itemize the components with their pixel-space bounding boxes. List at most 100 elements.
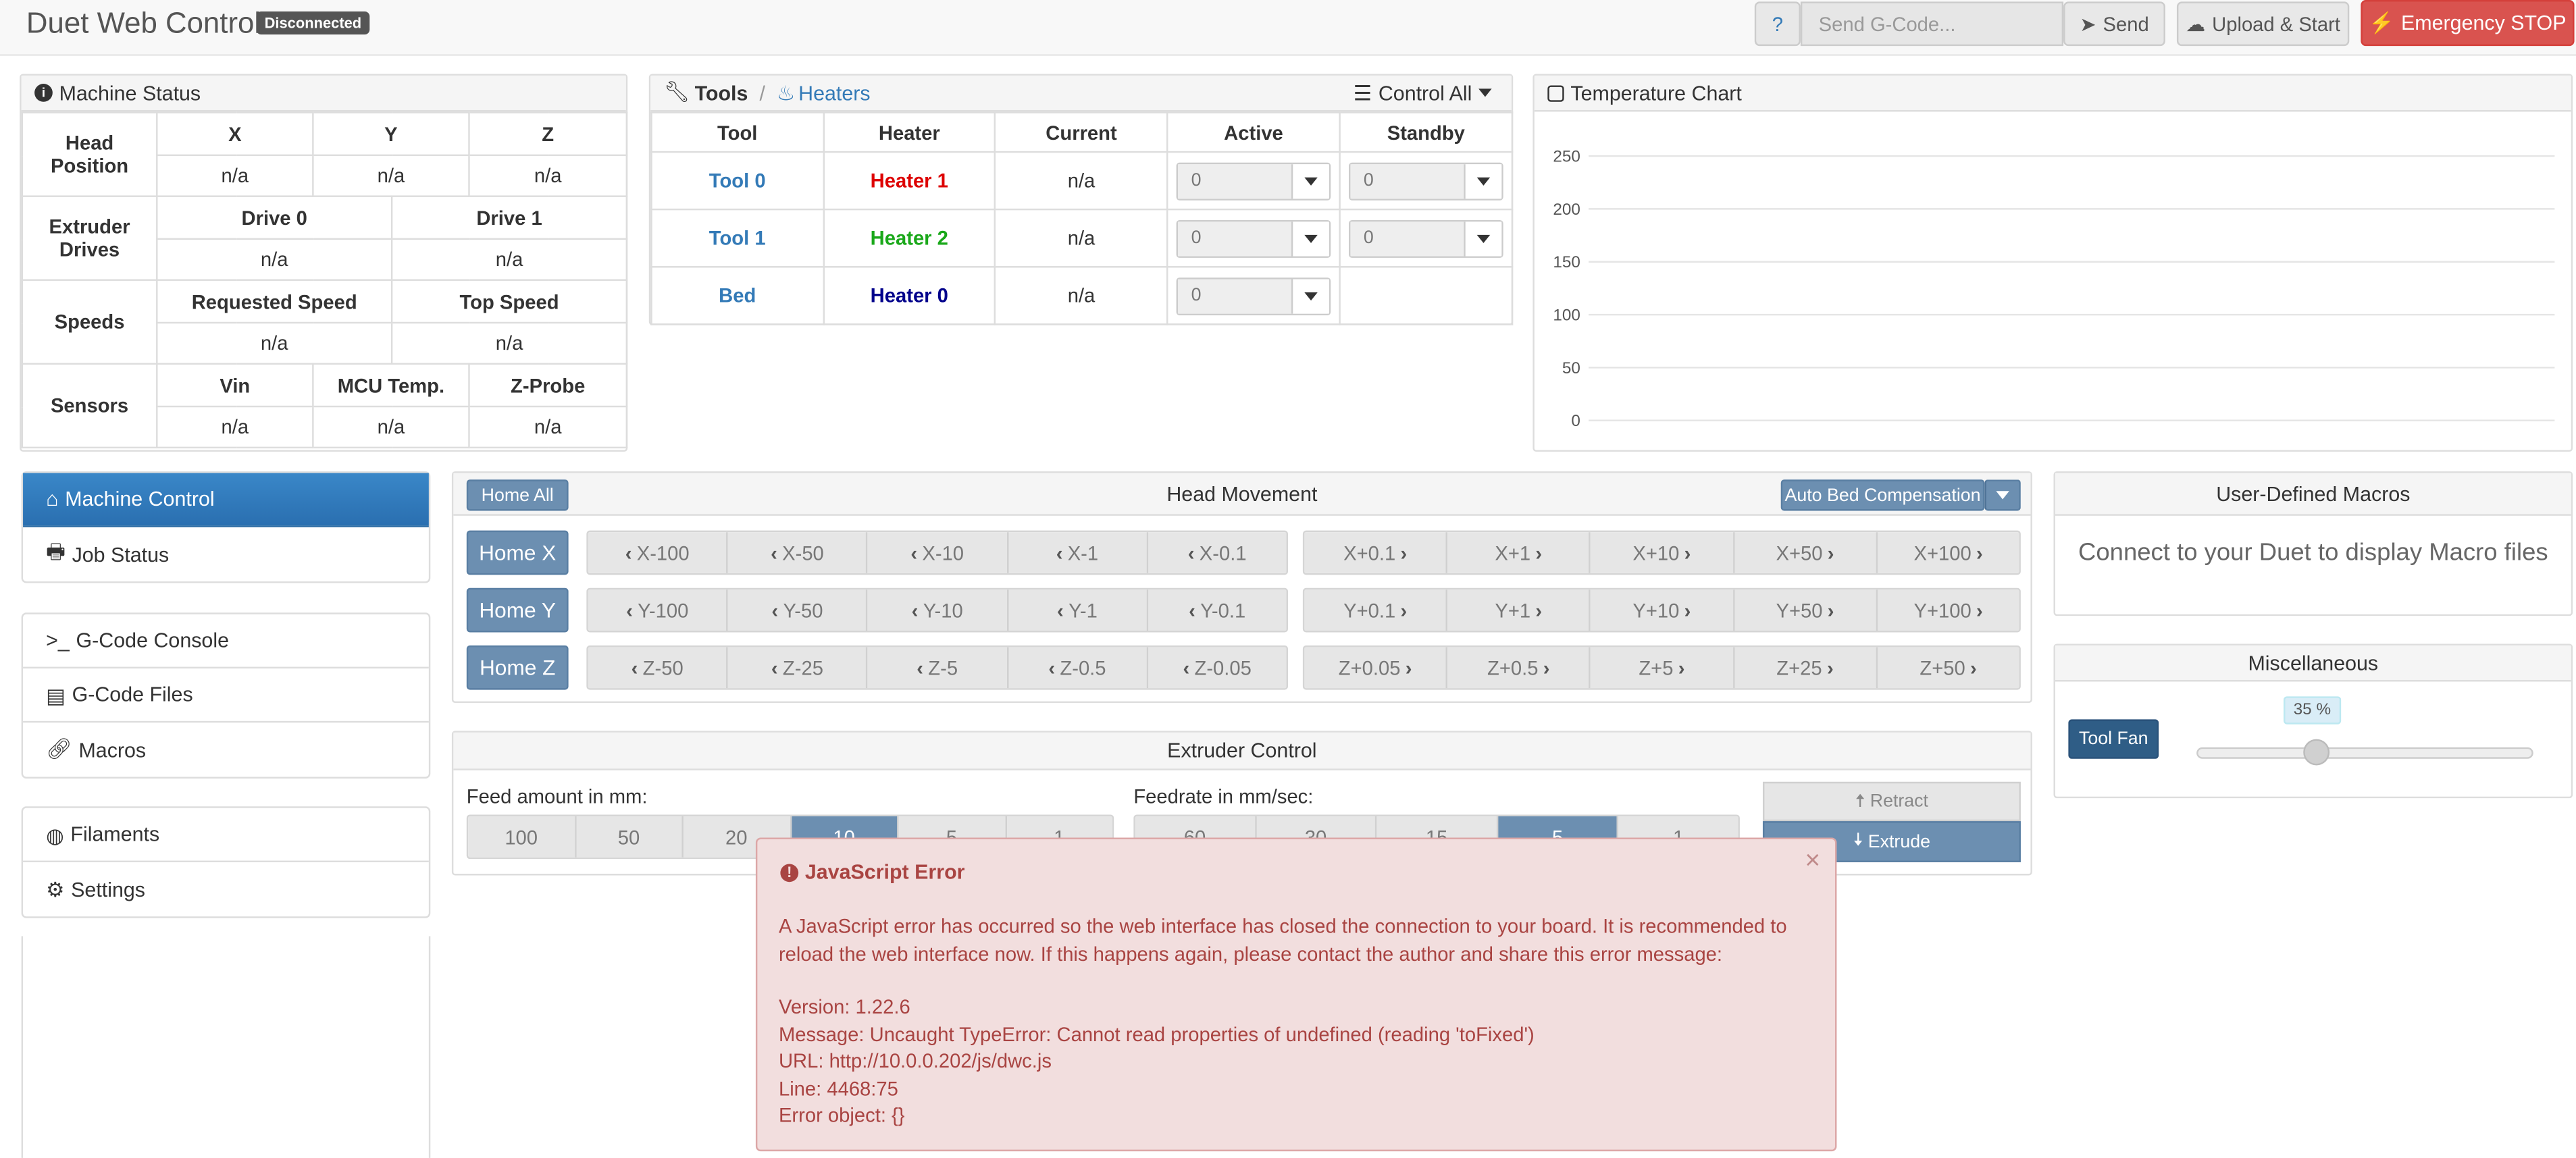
- home-all-button[interactable]: Home All: [466, 479, 569, 511]
- retract-button[interactable]: 🠅 Retract: [1762, 781, 2021, 822]
- home-z-button[interactable]: Home Z: [466, 645, 569, 690]
- machine-status-panel: i Machine Status Head Position X Y Z n/a…: [20, 74, 628, 452]
- move-button[interactable]: ‹ Z-25: [728, 647, 869, 689]
- move-button[interactable]: X+50 ›: [1734, 532, 1878, 573]
- move-button[interactable]: Y+1 ›: [1447, 589, 1591, 631]
- move-button[interactable]: ‹ Z-5: [868, 647, 1008, 689]
- chevron-right-icon: ›: [1678, 656, 1685, 679]
- fan-slider-track[interactable]: [2196, 739, 2533, 766]
- javascript-error-alert: ! JavaScript Error × A JavaScript error …: [755, 837, 1837, 1152]
- tool-1-link[interactable]: Tool 1: [709, 227, 766, 250]
- chevron-right-icon: ›: [1400, 598, 1408, 622]
- current-header: Current: [994, 111, 1168, 153]
- temperature-chart: 0 50 100 150 200 250: [1553, 148, 2555, 430]
- move-button[interactable]: ‹ X-1: [1008, 532, 1148, 573]
- feed-amount-option[interactable]: 50: [575, 816, 684, 858]
- chevron-left-icon: ‹: [1189, 598, 1195, 622]
- heater-0-link[interactable]: Heater 0: [871, 284, 948, 307]
- move-button[interactable]: Y+100 ›: [1877, 589, 2019, 631]
- head-position-label: Head Position: [21, 111, 158, 197]
- home-y-button[interactable]: Home Y: [466, 587, 569, 633]
- move-button[interactable]: ‹ Y-1: [1008, 589, 1148, 631]
- move-button[interactable]: Z+25 ›: [1734, 647, 1878, 689]
- move-button[interactable]: X+100 ›: [1877, 532, 2019, 573]
- tool-0-active-input[interactable]: 0: [1176, 161, 1331, 200]
- move-button[interactable]: X+0.1 ›: [1304, 532, 1448, 573]
- error-object: Error object: {}: [778, 1103, 905, 1127]
- chevron-down-icon: [1996, 491, 2009, 500]
- upload-start-button[interactable]: ☁ Upload & Start: [2176, 1, 2350, 47]
- move-button[interactable]: X+1 ›: [1447, 532, 1591, 573]
- move-button[interactable]: Y+0.1 ›: [1304, 589, 1448, 631]
- move-button[interactable]: Z+0.5 ›: [1447, 647, 1591, 689]
- home-icon: ⌂: [46, 488, 59, 511]
- sidebar-item-machine-control[interactable]: ⌂ Machine Control: [23, 473, 429, 527]
- misc-title: Miscellaneous: [2248, 651, 2379, 675]
- heaters-tab[interactable]: Heaters: [798, 81, 870, 104]
- flash-icon: ⚡: [2369, 10, 2395, 34]
- move-button[interactable]: ‹ Y-100: [588, 589, 729, 631]
- move-button[interactable]: ‹ Z-50: [588, 647, 729, 689]
- chevron-down-icon: [1476, 176, 1491, 185]
- abc-dropdown-toggle[interactable]: [1984, 479, 2021, 511]
- move-button[interactable]: ‹ X-10: [868, 532, 1008, 573]
- sidebar-item-gcode-console[interactable]: >_ G-Code Console: [23, 614, 429, 668]
- chevron-left-icon: ‹: [1183, 656, 1190, 679]
- mcu-temp-header: MCU Temp.: [312, 363, 470, 408]
- tools-tab[interactable]: Tools: [695, 81, 748, 104]
- move-label: Y+100: [1913, 598, 1972, 622]
- move-button[interactable]: Z+50 ›: [1877, 647, 2019, 689]
- heater-2-link[interactable]: Heater 2: [871, 227, 948, 250]
- tool-fan-button[interactable]: Tool Fan: [2068, 719, 2159, 759]
- home-x-button[interactable]: Home X: [466, 530, 569, 575]
- move-button[interactable]: ‹ Z-0.5: [1008, 647, 1148, 689]
- sidebar-item-settings[interactable]: ⚙ Settings: [23, 862, 429, 916]
- chevron-left-icon: ‹: [771, 598, 779, 622]
- close-icon[interactable]: ×: [1805, 847, 1820, 877]
- move-button[interactable]: ‹ X-50: [728, 532, 869, 573]
- control-all-dropdown[interactable]: ☰ Control All: [1354, 80, 1492, 105]
- chevron-right-icon: ›: [1976, 541, 1983, 564]
- move-button[interactable]: ‹ X-100: [588, 532, 729, 573]
- sidebar-item-label: Job Status: [72, 542, 170, 566]
- navbar: Duet Web Control Disconnected ? Send G-C…: [0, 0, 2576, 56]
- move-button[interactable]: Z+0.05 ›: [1304, 647, 1448, 689]
- move-button[interactable]: ‹ X-0.1: [1148, 532, 1287, 573]
- requested-speed-header: Requested Speed: [156, 279, 393, 324]
- tool-0-standby-input[interactable]: 0: [1349, 161, 1503, 200]
- fan-slider-handle[interactable]: [2302, 739, 2329, 766]
- tools-heading: 🔧︎ Tools / ♨ Heaters ☰ Control All: [650, 75, 1512, 112]
- sidebar-item-gcode-files[interactable]: ▤ G-Code Files: [23, 668, 429, 723]
- tool-0-link[interactable]: Tool 0: [709, 169, 766, 192]
- emergency-stop-button[interactable]: ⚡ Emergency STOP: [2361, 0, 2575, 47]
- feed-amount-option[interactable]: 100: [468, 816, 576, 858]
- send-button[interactable]: ➤ Send: [2063, 1, 2165, 47]
- mcu-temp-value: n/a: [312, 405, 470, 449]
- hdd-icon: ▤: [46, 684, 66, 708]
- move-button[interactable]: ‹ Y-10: [868, 589, 1008, 631]
- bed-active-input[interactable]: 0: [1176, 276, 1331, 315]
- move-button[interactable]: Y+50 ›: [1734, 589, 1878, 631]
- heater-1-link[interactable]: Heater 1: [871, 169, 948, 192]
- app-brand[interactable]: Duet Web Control: [26, 7, 261, 40]
- move-button[interactable]: Y+10 ›: [1591, 589, 1734, 631]
- move-button[interactable]: ‹ Y-0.1: [1148, 589, 1287, 631]
- help-button[interactable]: ?: [1754, 1, 1801, 47]
- tool-1-standby-input[interactable]: 0: [1349, 219, 1503, 257]
- negative-move-group: ‹ Y-100 ‹ Y-50 ‹ Y-10 ‹ Y-1 ‹ Y-0.1: [586, 587, 1289, 633]
- sidebar-item-job-status[interactable]: 🖶︎ Job Status: [23, 527, 429, 581]
- sidebar-item-filaments[interactable]: ◍ Filaments: [23, 808, 429, 863]
- bed-link[interactable]: Bed: [719, 284, 756, 307]
- move-button[interactable]: ‹ Z-0.05: [1148, 647, 1287, 689]
- chevron-left-icon: ‹: [771, 541, 777, 564]
- move-button[interactable]: Z+5 ›: [1591, 647, 1734, 689]
- heater-header: Heater: [822, 111, 996, 153]
- move-button[interactable]: ‹ Y-50: [728, 589, 869, 631]
- info-icon: i: [34, 84, 53, 102]
- connection-status-badge: Disconnected: [256, 11, 370, 35]
- tool-1-active-input[interactable]: 0: [1176, 219, 1331, 257]
- gcode-input[interactable]: Send G-Code...: [1800, 1, 2064, 47]
- auto-bed-compensation-button[interactable]: Auto Bed Compensation: [1780, 479, 1985, 511]
- move-button[interactable]: X+10 ›: [1591, 532, 1734, 573]
- sidebar-item-macros[interactable]: 🔗︎ Macros: [23, 722, 429, 777]
